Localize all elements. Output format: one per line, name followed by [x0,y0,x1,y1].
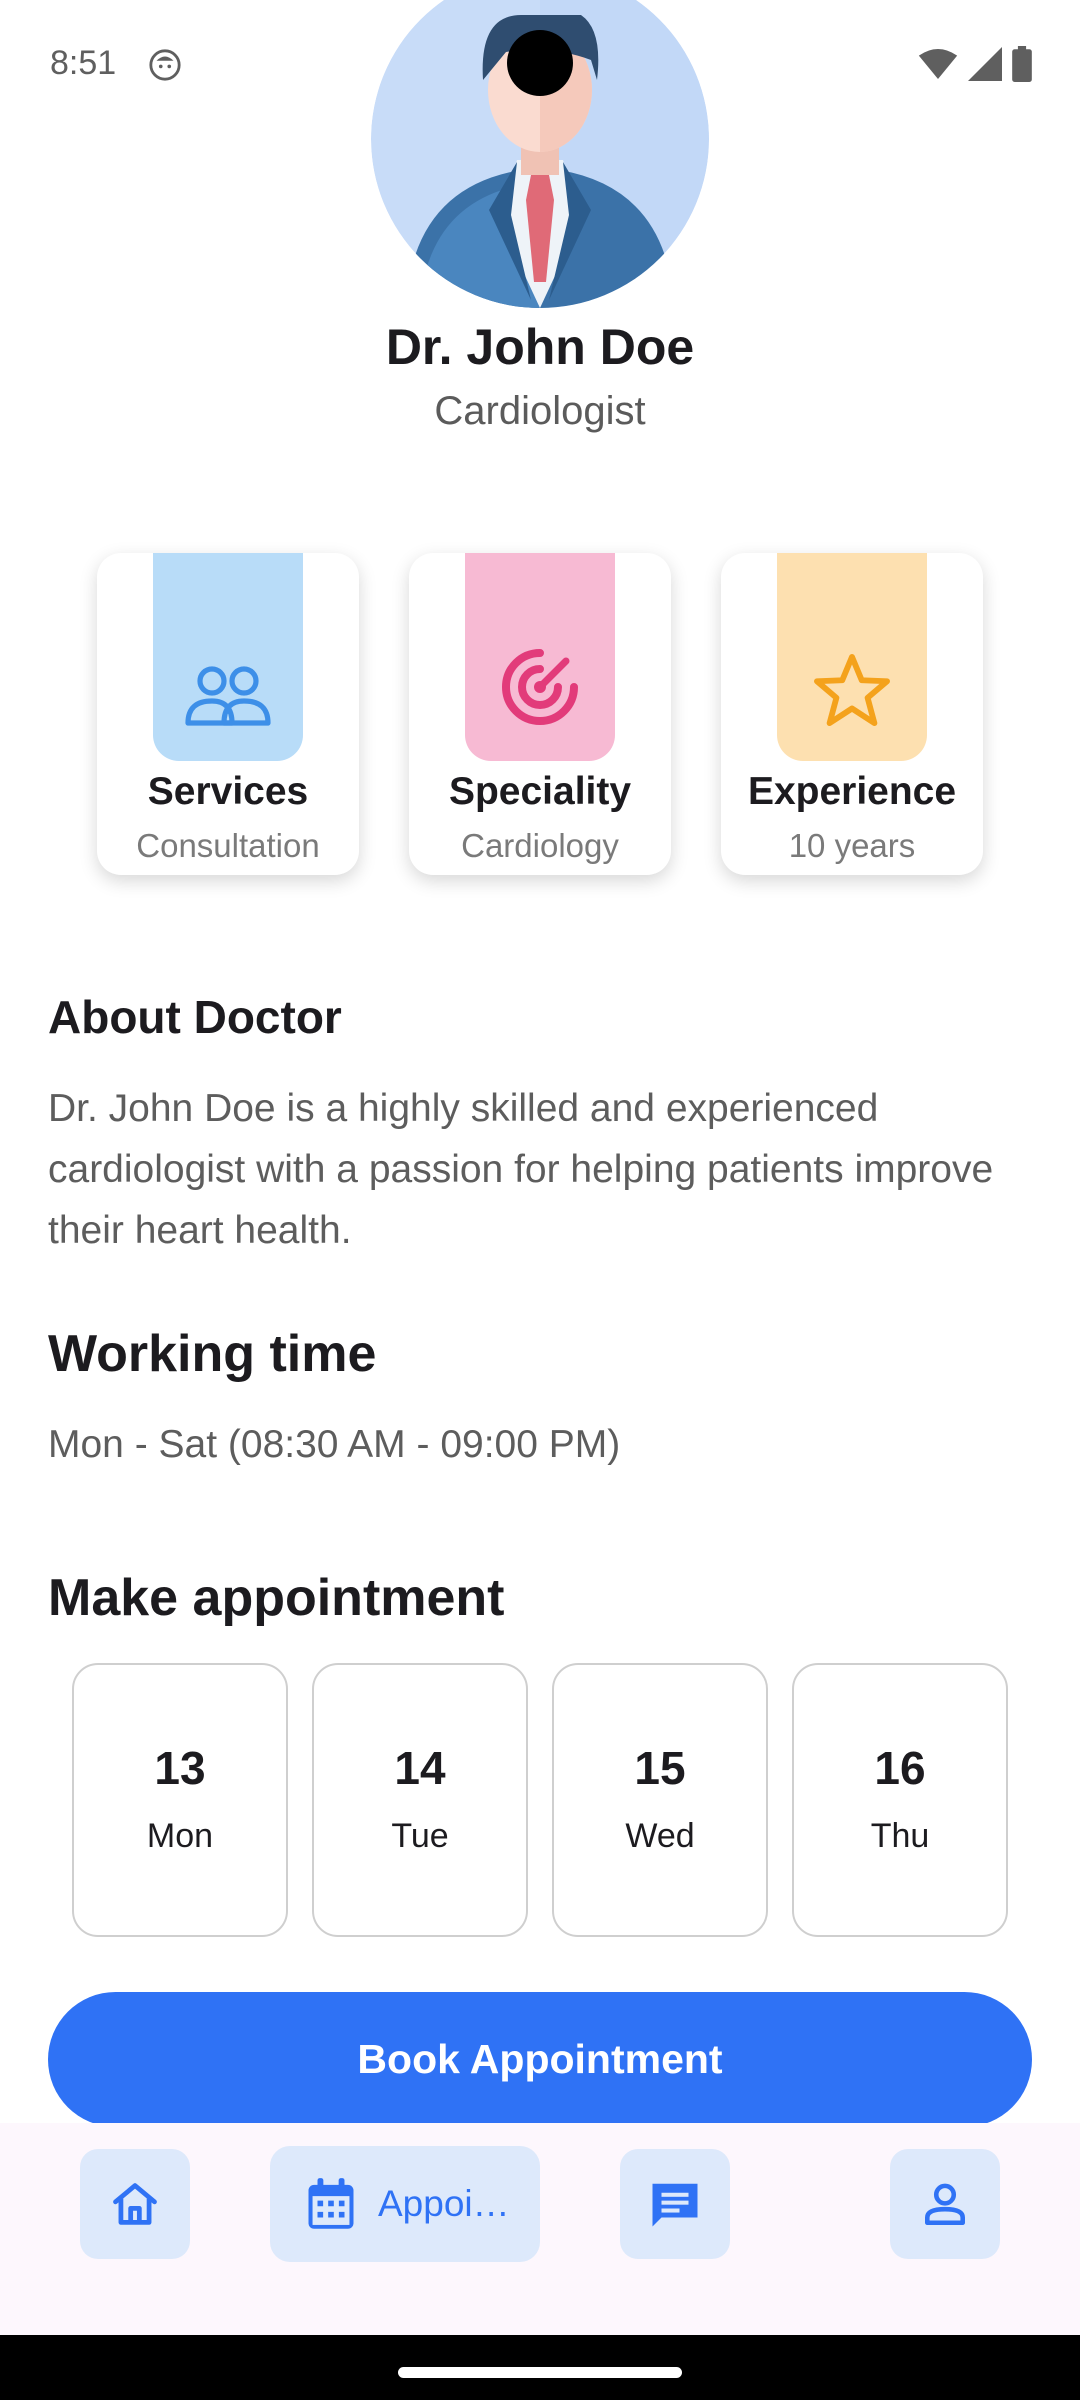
doctor-name: Dr. John Doe [385,319,695,375]
date-weekday: Wed [625,1817,695,1855]
signal-icon [968,47,1002,81]
battery-icon [1012,46,1032,82]
date-card[interactable]: 13 Mon [72,1663,288,1937]
services-subtitle: Consultation [136,827,320,864]
about-text: Dr. John Doe is a highly skilled and exp… [48,1087,994,1252]
services-card-tab [153,553,303,761]
person-icon [925,2183,965,2226]
speciality-subtitle: Cardiology [461,827,619,864]
working-time-heading: Working time [48,1325,377,1383]
date-card[interactable]: 16 Thu [792,1663,1008,1937]
working-time-text: Mon - Sat (08:30 AM - 09:00 PM) [48,1423,621,1466]
speciality-title: Speciality [448,770,632,813]
experience-title: Experience [747,770,957,813]
home-icon [113,2183,157,2225]
camera-cutout [507,30,573,96]
nav-messages[interactable] [620,2149,730,2259]
bottom-navigation: Appoi… [0,2123,1080,2335]
appointment-heading: Make appointment [48,1569,505,1627]
experience-card-tab [777,553,927,761]
nav-appointments-label: Appoi… [378,2183,510,2224]
calendar-icon [308,2178,354,2229]
date-weekday: Tue [391,1817,449,1855]
date-weekday: Thu [870,1817,930,1855]
star-icon [814,653,890,727]
date-weekday: Mon [146,1817,214,1855]
services-card[interactable]: Services Consultation [97,553,359,875]
date-number: 13 [154,1742,206,1794]
date-number: 15 [634,1742,686,1794]
chat-icon [652,2183,698,2227]
nav-profile[interactable] [890,2149,1000,2259]
about-heading: About Doctor [48,991,342,1043]
status-time: 8:51 [50,44,117,82]
home-indicator[interactable] [398,2367,682,2378]
android-face-icon [149,49,181,81]
date-number: 14 [394,1742,446,1794]
nav-home[interactable] [80,2149,190,2259]
system-navigation-bar [0,2335,1080,2400]
doctor-specialty: Cardiologist [434,389,646,433]
experience-card[interactable]: Experience 10 years [721,553,983,875]
date-number: 16 [874,1742,926,1794]
experience-subtitle: 10 years [788,827,916,864]
speciality-card-tab [465,553,615,761]
wifi-icon [918,49,958,79]
date-card[interactable]: 15 Wed [552,1663,768,1937]
speciality-card[interactable]: Speciality Cardiology [409,553,671,875]
people-icon [185,666,271,726]
book-appointment-button[interactable]: Book Appointment [48,1992,1032,2127]
date-card[interactable]: 14 Tue [312,1663,528,1937]
services-title: Services [147,770,309,813]
target-icon [502,649,578,725]
nav-appointments[interactable]: Appoi… [270,2146,540,2262]
